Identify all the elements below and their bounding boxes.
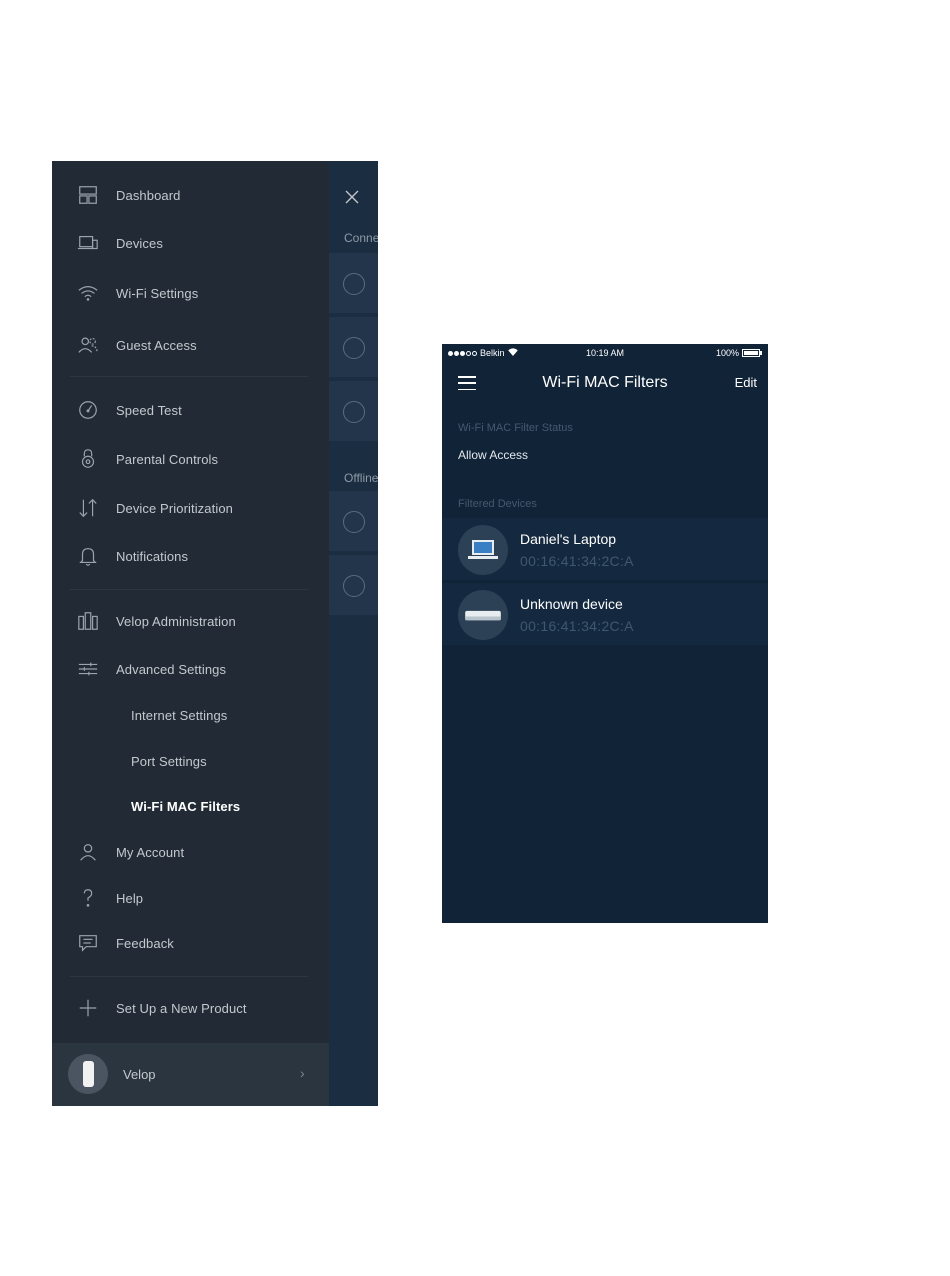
menu-divider (70, 589, 308, 590)
person-icon (76, 840, 100, 864)
velop-node-avatar (68, 1054, 108, 1094)
menu-item-label: Guest Access (116, 337, 197, 353)
filtered-device-row[interactable]: Unknown device 00:16:41:34:2C:A (442, 583, 768, 645)
velop-nodes-icon (76, 609, 100, 633)
menu-item-label: Internet Settings (131, 707, 228, 723)
battery-status: 100% (716, 348, 762, 358)
peek-device-row (329, 253, 378, 315)
menu-item-my-account[interactable]: My Account (52, 832, 329, 872)
menu-panel: Dashboard Devices Wi-Fi Settings Guest A… (52, 161, 329, 1106)
navigation-bar: Wi-Fi MAC Filters Edit (442, 366, 768, 400)
menu-item-label: Help (116, 890, 144, 906)
peek-device-row (329, 491, 378, 553)
menu-item-parental-controls[interactable]: Parental Controls (52, 439, 329, 479)
filtered-devices-heading: Filtered Devices (458, 498, 537, 510)
edit-button[interactable]: Edit (735, 375, 757, 390)
menu-item-help[interactable]: Help (52, 878, 329, 918)
menu-item-label: Wi-Fi Settings (116, 285, 199, 301)
peek-device-row (329, 555, 378, 617)
plus-icon (76, 996, 100, 1020)
menu-item-label: Set Up a New Product (116, 1000, 247, 1016)
menu-divider (70, 376, 308, 377)
sliders-icon (76, 657, 100, 681)
menu-item-device-prioritization[interactable]: Device Prioritization (52, 488, 329, 528)
device-mac-address: 00:16:41:34:2C:A (520, 618, 634, 634)
speedometer-icon (76, 398, 100, 422)
menu-item-feedback[interactable]: Feedback (52, 923, 329, 963)
menu-item-label: Parental Controls (116, 451, 219, 467)
connected-section-label: Conne (344, 231, 378, 245)
battery-percent: 100% (715, 348, 739, 358)
menu-item-devices[interactable]: Devices (52, 223, 329, 263)
velop-network-selector[interactable]: Velop › (52, 1043, 329, 1106)
menu-item-label: Port Settings (131, 753, 207, 769)
menu-item-label: Dashboard (116, 187, 181, 203)
menu-item-label: Advanced Settings (116, 661, 227, 677)
peek-device-row (329, 317, 378, 379)
menu-item-label: Velop Administration (116, 613, 236, 629)
bell-icon (76, 544, 100, 568)
menu-item-label: Device Prioritization (116, 500, 233, 516)
menu-item-label: Speed Test (116, 402, 182, 418)
menu-item-guest-access[interactable]: Guest Access (52, 325, 329, 365)
menu-divider (70, 976, 308, 977)
navigation-drawer-screenshot: Dashboard Devices Wi-Fi Settings Guest A… (52, 161, 378, 1106)
peek-device-row (329, 381, 378, 443)
menu-item-wifi-mac-filters[interactable]: Wi-Fi MAC Filters (52, 786, 329, 826)
menu-item-dashboard[interactable]: Dashboard (52, 175, 329, 215)
devices-icon (76, 231, 100, 255)
menu-item-label: Devices (116, 235, 163, 251)
offline-section-label: Offline (344, 471, 378, 485)
menu-item-label: Notifications (116, 548, 189, 564)
question-icon (76, 886, 100, 910)
menu-item-internet-settings[interactable]: Internet Settings (52, 695, 329, 735)
menu-item-speed-test[interactable]: Speed Test (52, 390, 329, 430)
laptop-icon (458, 525, 508, 575)
battery-icon (742, 349, 762, 357)
menu-item-velop-administration[interactable]: Velop Administration (52, 601, 329, 641)
device-name: Daniel's Laptop (520, 531, 617, 547)
lock-icon (76, 447, 100, 471)
chat-icon (76, 931, 100, 955)
menu-item-notifications[interactable]: Notifications (52, 536, 329, 576)
filter-status-value[interactable]: Allow Access (458, 448, 528, 462)
filtered-device-row[interactable]: Daniel's Laptop 00:16:41:34:2C:A (442, 518, 768, 580)
up-down-arrows-icon (76, 496, 100, 520)
status-bar: Belkin 10:19 AM 100% (442, 344, 768, 362)
guest-access-icon (76, 333, 100, 357)
chevron-right-icon: › (300, 1065, 305, 1081)
menu-item-advanced-settings[interactable]: Advanced Settings (52, 649, 329, 689)
wifi-mac-filters-screen: Belkin 10:19 AM 100% Wi-Fi MAC Filters E… (442, 344, 768, 923)
menu-item-set-up-new-product[interactable]: Set Up a New Product (52, 988, 329, 1028)
close-icon[interactable] (342, 187, 362, 207)
wifi-icon (76, 281, 100, 305)
menu-item-wifi-settings[interactable]: Wi-Fi Settings (52, 273, 329, 313)
generic-device-icon (458, 590, 508, 640)
dashboard-icon (76, 183, 100, 207)
menu-item-label: Feedback (116, 935, 174, 951)
page-title: Wi-Fi MAC Filters (542, 374, 668, 391)
filter-status-heading: Wi-Fi MAC Filter Status (458, 422, 573, 434)
menu-item-port-settings[interactable]: Port Settings (52, 741, 329, 781)
velop-label: Velop (123, 1067, 156, 1082)
menu-item-label: Wi-Fi MAC Filters (131, 798, 241, 814)
menu-item-label: My Account (116, 844, 185, 860)
device-name: Unknown device (520, 596, 623, 612)
device-mac-address: 00:16:41:34:2C:A (520, 553, 634, 569)
background-devices-peek: Conne Offline (329, 161, 378, 1106)
